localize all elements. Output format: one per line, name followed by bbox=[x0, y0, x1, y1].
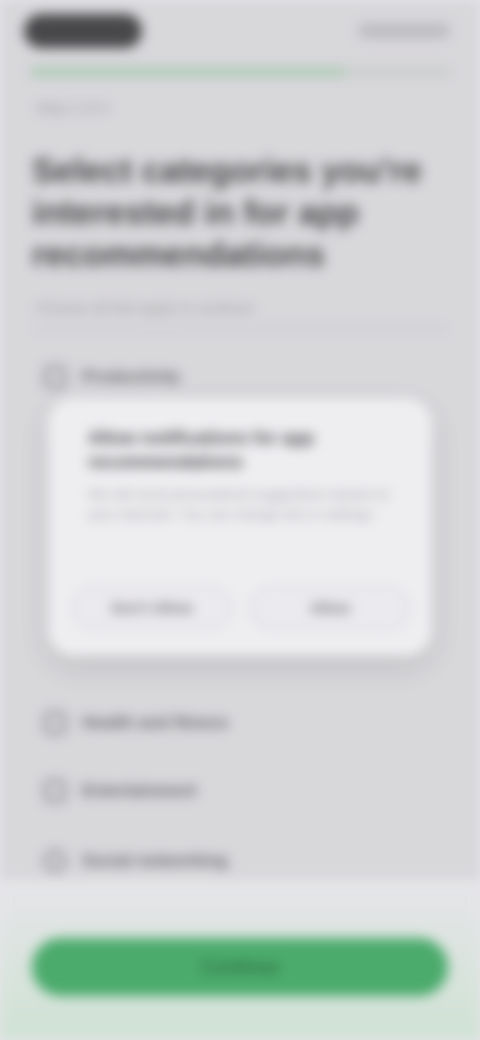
screen: Step 2 of 4 Select categories you're int… bbox=[0, 0, 480, 1040]
dialog-title: Allow notifications for app recommendati… bbox=[88, 428, 314, 472]
dialog-body: We will send personalized suggestions ba… bbox=[88, 486, 390, 522]
blurred-content: Step 2 of 4 Select categories you're int… bbox=[0, 0, 480, 1040]
permission-dialog: Allow notifications for app recommendati… bbox=[48, 398, 432, 656]
dont-allow-button[interactable]: Don't Allow bbox=[72, 586, 232, 630]
continue-button[interactable]: Continue bbox=[32, 938, 448, 996]
allow-button[interactable]: Allow bbox=[250, 586, 410, 630]
